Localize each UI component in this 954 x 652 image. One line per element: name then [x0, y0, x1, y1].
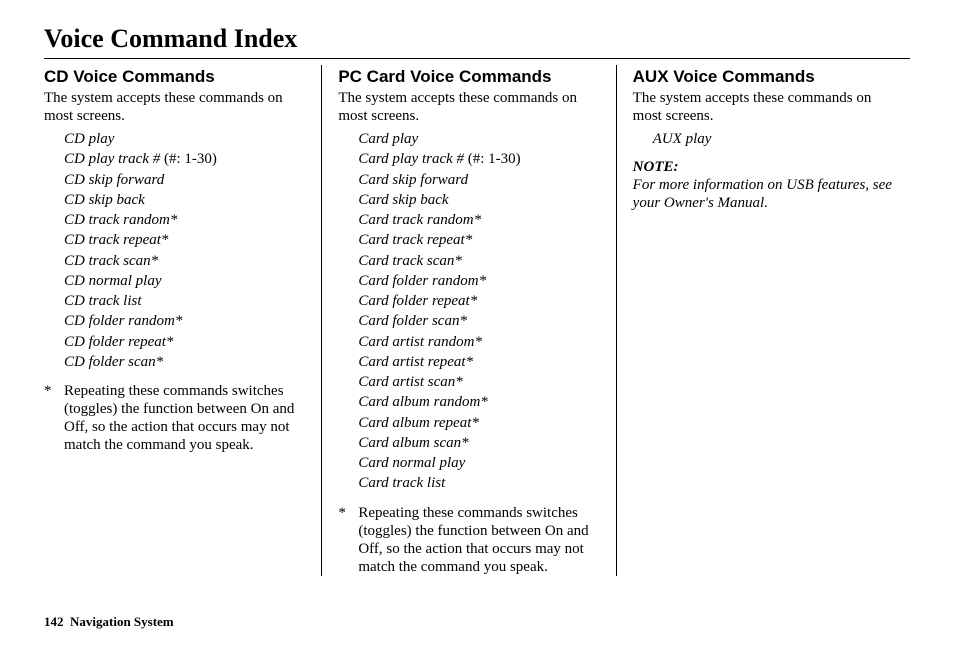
cd-footnote: * Repeating these commands switches (tog…: [44, 382, 305, 454]
command-item: CD track list: [64, 291, 305, 311]
command-suffix: (#: 1-30): [464, 151, 521, 167]
pc-card-footnote-text: Repeating these commands switches (toggl…: [358, 504, 599, 576]
command-item: Card artist random*: [358, 332, 599, 352]
pc-card-heading: PC Card Voice Commands: [338, 67, 599, 87]
command-item: Card artist repeat*: [358, 352, 599, 372]
command-item: Card album random*: [358, 392, 599, 412]
command-item: CD skip back: [64, 190, 305, 210]
command-item: Card album repeat*: [358, 413, 599, 433]
page-title: Voice Command Index: [44, 24, 910, 54]
command-item: CD normal play: [64, 271, 305, 291]
command-item: Card track scan*: [358, 251, 599, 271]
column-cd: CD Voice Commands The system accepts the…: [44, 65, 321, 576]
column-aux: AUX Voice Commands The system accepts th…: [616, 65, 910, 576]
command-item: Card skip forward: [358, 170, 599, 190]
cd-heading: CD Voice Commands: [44, 67, 305, 87]
footer: 142 Navigation System: [44, 614, 174, 630]
aux-note-body: For more information on USB features, se…: [633, 176, 894, 212]
command-item: Card album scan*: [358, 433, 599, 453]
command-suffix: (#: 1-30): [160, 151, 217, 167]
columns: CD Voice Commands The system accepts the…: [44, 65, 910, 576]
command-item: CD skip forward: [64, 170, 305, 190]
page: Voice Command Index CD Voice Commands Th…: [0, 0, 954, 652]
command-item: Card artist scan*: [358, 372, 599, 392]
command-item: CD track scan*: [64, 251, 305, 271]
command-item: Card folder repeat*: [358, 291, 599, 311]
column-pc-card: PC Card Voice Commands The system accept…: [321, 65, 615, 576]
aux-command-list: AUX play: [633, 129, 894, 149]
horizontal-rule: [44, 58, 910, 59]
footer-label: Navigation System: [70, 614, 174, 629]
command-item: CD folder repeat*: [64, 332, 305, 352]
command-item: CD folder scan*: [64, 352, 305, 372]
pc-card-command-list: Card playCard play track # (#: 1-30)Card…: [338, 129, 599, 494]
command-item: Card play track # (#: 1-30): [358, 149, 599, 169]
command-item: Card track list: [358, 473, 599, 493]
command-item: AUX play: [653, 129, 894, 149]
cd-intro: The system accepts these commands on mos…: [44, 89, 305, 125]
command-item: Card folder scan*: [358, 311, 599, 331]
pc-card-footnote-marker: *: [338, 504, 358, 576]
command-item: Card play: [358, 129, 599, 149]
command-item: CD track repeat*: [64, 230, 305, 250]
pc-card-footnote: * Repeating these commands switches (tog…: [338, 504, 599, 576]
command-item: Card normal play: [358, 453, 599, 473]
command-item: CD play track # (#: 1-30): [64, 149, 305, 169]
aux-note-heading: NOTE:: [633, 159, 894, 176]
pc-card-intro: The system accepts these commands on mos…: [338, 89, 599, 125]
page-number: 142: [44, 614, 64, 629]
command-item: Card track random*: [358, 210, 599, 230]
aux-heading: AUX Voice Commands: [633, 67, 894, 87]
cd-footnote-text: Repeating these commands switches (toggl…: [64, 382, 305, 454]
aux-intro: The system accepts these commands on mos…: [633, 89, 894, 125]
command-item: Card track repeat*: [358, 230, 599, 250]
command-item: CD play: [64, 129, 305, 149]
command-item: Card skip back: [358, 190, 599, 210]
cd-command-list: CD playCD play track # (#: 1-30)CD skip …: [44, 129, 305, 372]
command-item: CD track random*: [64, 210, 305, 230]
command-item: CD folder random*: [64, 311, 305, 331]
command-item: Card folder random*: [358, 271, 599, 291]
cd-footnote-marker: *: [44, 382, 64, 454]
